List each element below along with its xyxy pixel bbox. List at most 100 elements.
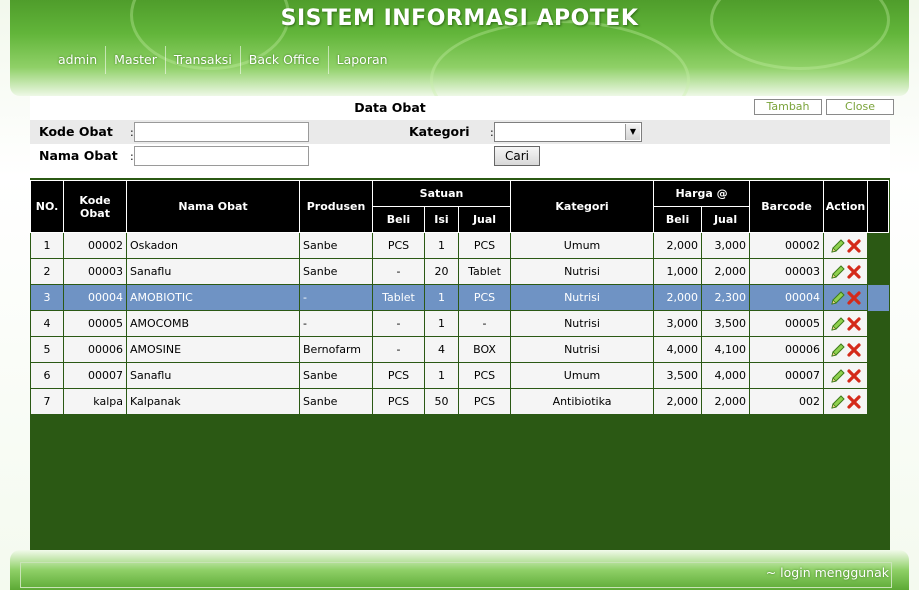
cell-harga-jual: 3,500 <box>701 310 751 337</box>
kategori-label: Kategori <box>409 124 470 139</box>
cell-barcode: 00006 <box>749 336 825 363</box>
content-panel: Data Obat Tambah Close Kode Obat : Kateg… <box>30 96 894 550</box>
cell-action <box>823 336 869 363</box>
pencil-icon[interactable] <box>830 394 846 410</box>
cari-button[interactable]: Cari <box>494 146 540 166</box>
delete-x-icon[interactable] <box>846 342 862 358</box>
cell-produsen: Bernofarm <box>299 336 373 363</box>
delete-x-icon[interactable] <box>846 316 862 332</box>
cell-harga-beli: 3,000 <box>653 310 703 337</box>
table-row[interactable]: 4 00005 AMOCOMB - -1- Nutrisi 3,000 3,500 00005 <box>30 310 889 337</box>
cell-action <box>823 362 869 389</box>
menu-item-admin[interactable]: admin <box>50 46 105 74</box>
cell-harga-jual: 2,300 <box>701 284 751 311</box>
cell-harga-jual: 4,100 <box>701 336 751 363</box>
chevron-down-icon[interactable]: ▼ <box>625 124 640 140</box>
cell-produsen: Sanbe <box>299 362 373 389</box>
table-row[interactable]: 3 00004 AMOBIOTIC - Tablet 1 PCS Nutrisi 2,000 2,… <box>30 284 889 311</box>
table-row[interactable]: 5 00006 AMOSINE Bernofarm -4 BOX Nutrisi 4,000 4… <box>30 336 889 363</box>
delete-x-icon[interactable] <box>846 368 862 384</box>
cell-satuan-isi: 50 <box>424 388 459 415</box>
pencil-icon[interactable] <box>830 316 846 332</box>
delete-x-icon[interactable] <box>846 264 862 280</box>
table-row[interactable]: 2 00003 Sanaflu Sanbe -20 Tablet Nutrisi 1,000 2… <box>30 258 889 285</box>
cell-kategori: Nutrisi <box>510 258 655 285</box>
cell-nama-obat: AMOBIOTIC <box>126 284 300 311</box>
table-row[interactable]: 6 00007 Sanaflu Sanbe PCS 1 PCS Umum 3,500 4,000 0… <box>30 362 889 389</box>
delete-x-icon[interactable] <box>846 394 862 410</box>
row-spacer <box>867 388 889 415</box>
header-satuan-isi: Isi <box>424 206 459 233</box>
tambah-button[interactable]: Tambah <box>754 99 822 115</box>
pencil-icon[interactable] <box>830 342 846 358</box>
cell-no: 7 <box>30 388 64 415</box>
cell-satuan-beli: PCS <box>372 232 425 259</box>
pencil-icon[interactable] <box>830 238 846 254</box>
cell-harga-jual: 2,000 <box>701 388 751 415</box>
delete-x-icon[interactable] <box>846 290 862 306</box>
table-row[interactable]: 7 kalpa Kalpanak Sanbe PCS 50 PCS Antibiotika 2,… <box>30 388 889 415</box>
kode-obat-input[interactable] <box>134 122 309 142</box>
cell-barcode: 00005 <box>749 310 825 337</box>
header-harga-jual: Jual <box>701 206 751 233</box>
cell-satuan-beli: PCS <box>372 388 425 415</box>
kategori-select[interactable]: ▼ <box>494 122 642 142</box>
header-banner: SISTEM INFORMASI APOTEK admin Master Tra… <box>10 0 909 96</box>
cell-kode-obat: 00002 <box>63 232 127 259</box>
cell-kode-obat: 00006 <box>63 336 127 363</box>
app-title: SISTEM INFORMASI APOTEK <box>280 6 639 31</box>
delete-x-icon[interactable] <box>846 238 862 254</box>
cell-nama-obat: Kalpanak <box>126 388 300 415</box>
menu-item-laporan[interactable]: Laporan <box>327 46 396 74</box>
row-spacer <box>867 310 889 337</box>
pencil-icon[interactable] <box>830 290 846 306</box>
cell-kode-obat: kalpa <box>63 388 127 415</box>
search-form: Data Obat Tambah Close Kode Obat : Kateg… <box>30 96 894 178</box>
cell-nama-obat: AMOSINE <box>126 336 300 363</box>
cell-harga-jual: 4,000 <box>701 362 751 389</box>
cell-satuan-beli: PCS <box>372 362 425 389</box>
cell-produsen: Sanbe <box>299 232 373 259</box>
nama-obat-input[interactable] <box>134 146 309 166</box>
cell-satuan-isi: 1 <box>424 284 459 311</box>
page-title: Data Obat <box>354 100 426 115</box>
cell-satuan-beli: - <box>372 310 425 337</box>
cell-satuan-beli: - <box>372 336 425 363</box>
cell-kategori: Umum <box>510 232 655 259</box>
cell-kode-obat: 00004 <box>63 284 127 311</box>
row-spacer <box>867 362 889 389</box>
table-body: 1 00002 Oskadon Sanbe PCS 1 PCS Umum 2,000 3,000 0… <box>30 232 889 415</box>
cell-action <box>823 232 869 259</box>
close-button[interactable]: Close <box>826 99 894 115</box>
cell-no: 5 <box>30 336 64 363</box>
header-action: Action <box>823 180 869 233</box>
cell-satuan-beli: Tablet <box>372 284 425 311</box>
header-no: NO. <box>30 180 64 233</box>
cell-produsen: - <box>299 310 373 337</box>
header-nama-obat: Nama Obat <box>126 180 300 233</box>
cell-kategori: Nutrisi <box>510 336 655 363</box>
pencil-icon[interactable] <box>830 264 846 280</box>
cell-produsen: - <box>299 284 373 311</box>
header-satuan: Satuan <box>371 180 512 207</box>
header-scroll-spacer <box>867 180 890 233</box>
footer-login-text: ~ login menggunak <box>765 565 889 580</box>
cell-satuan-beli: - <box>372 258 425 285</box>
data-obat-table: NO. Kode Obat Nama Obat Produsen Satuan … <box>30 180 890 415</box>
menu-item-back-office[interactable]: Back Office <box>239 46 328 74</box>
menu-item-master[interactable]: Master <box>105 46 165 74</box>
cell-barcode: 00003 <box>749 258 825 285</box>
cell-kategori: Umum <box>510 362 655 389</box>
pencil-icon[interactable] <box>830 368 846 384</box>
menu-item-transaksi[interactable]: Transaksi <box>164 46 240 74</box>
cell-satuan-jual: PCS <box>457 284 512 311</box>
cell-satuan-isi: 1 <box>424 362 459 389</box>
cell-action <box>823 388 869 415</box>
cell-barcode: 00007 <box>749 362 825 389</box>
cell-barcode: 002 <box>749 388 825 415</box>
cell-harga-beli: 2,000 <box>653 284 703 311</box>
cell-no: 4 <box>30 310 64 337</box>
cell-action <box>823 310 869 337</box>
table-row[interactable]: 1 00002 Oskadon Sanbe PCS 1 PCS Umum 2,000 3,000 0… <box>30 232 889 259</box>
header-harga: Harga @ <box>653 180 751 207</box>
